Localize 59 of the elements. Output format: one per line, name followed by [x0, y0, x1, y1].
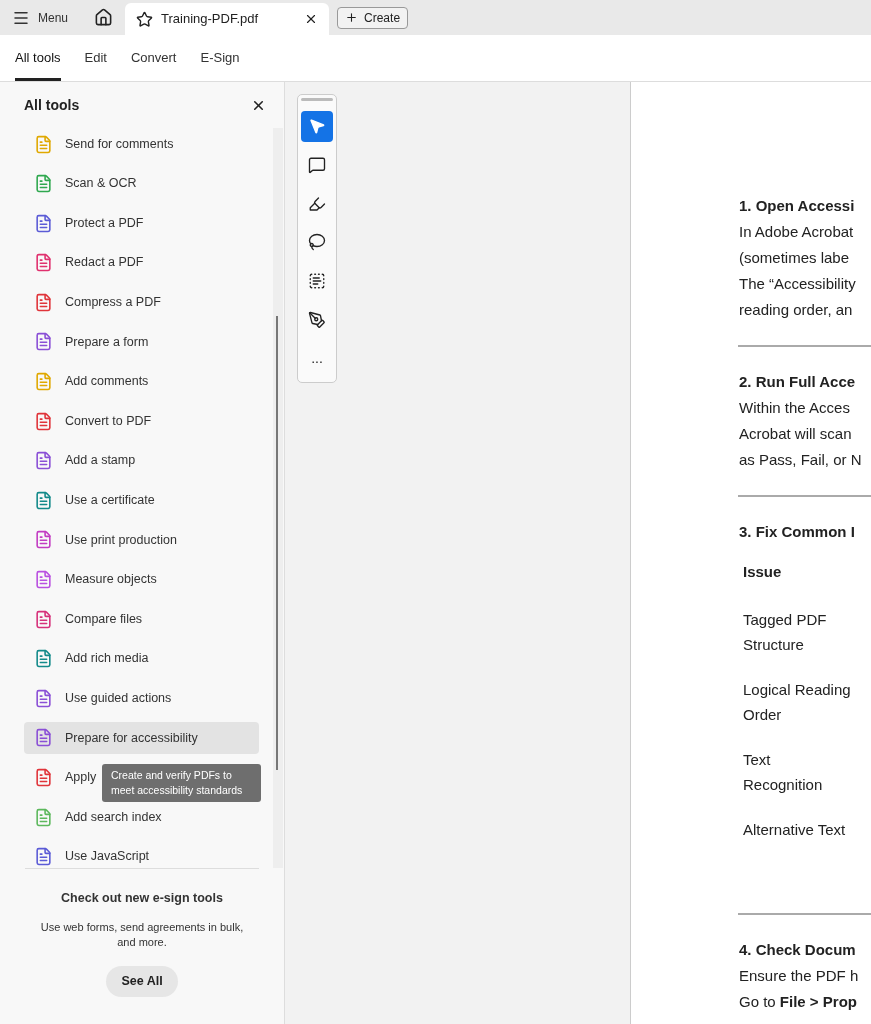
menu-button[interactable]: Menu [12, 8, 69, 27]
section-heading: 2. Run Full Acce [739, 372, 857, 392]
tool-list-item[interactable]: Scan & OCR [24, 167, 259, 200]
body-text: reading order, an [739, 300, 854, 320]
star-icon [136, 10, 154, 28]
body-text: In Adobe Acrobat [739, 222, 855, 242]
tool-list-item[interactable]: Convert to PDF [24, 405, 259, 438]
highlighter-icon [308, 194, 326, 213]
tool-list-item[interactable]: Prepare for accessibility [24, 721, 259, 754]
section-heading: 3. Fix Common I [739, 522, 856, 542]
tool-list-item[interactable]: Add comments [24, 365, 259, 398]
body-text: Go to File > Prop [739, 992, 858, 1012]
tool-list-item[interactable]: Measure objects [24, 563, 259, 596]
pointer-icon [308, 117, 326, 136]
tool-list-item[interactable]: Use a certificate [24, 484, 259, 517]
see-all-button[interactable]: See All [106, 965, 178, 997]
table-cell-text: Logical Reading Order [743, 680, 852, 725]
tool-list-item[interactable]: Add rich media [24, 642, 259, 675]
tool-list-item[interactable]: Use print production [24, 523, 259, 556]
body-text: The “Accessibility [739, 274, 857, 294]
tool-list-item[interactable]: Use JavaScript [24, 840, 259, 873]
body-text: as Pass, Fail, or N [739, 450, 863, 470]
table-cell-text: Tagged PDF Structure [743, 610, 828, 655]
text-select-icon [308, 272, 326, 291]
tool-list-item[interactable]: Add a stamp [24, 444, 259, 477]
home-icon [94, 8, 114, 27]
tool-list-item[interactable]: Add search index [24, 801, 259, 834]
lasso-icon [308, 233, 326, 252]
tool-list-item[interactable]: Prepare a form [24, 325, 259, 358]
tool-list-item[interactable]: Redact a PDF [24, 246, 259, 279]
body-text: (sometimes labe [739, 248, 851, 268]
document-tab[interactable]: Training-PDF.pdf [125, 3, 330, 35]
tool-list-item[interactable]: Compare files [24, 603, 259, 636]
tab-title: Training-PDF.pdf [161, 10, 260, 29]
promo-text: Use web forms, send agreements in bulk, and more. [40, 919, 244, 950]
tool-list-item[interactable]: Send for comments [24, 128, 259, 160]
table-header: Issue [743, 562, 783, 582]
tool-list-item[interactable]: Compress a PDF [24, 286, 259, 319]
pen-icon [308, 310, 326, 329]
create-button[interactable]: Create [337, 6, 409, 29]
body-text: Ensure the PDF h [739, 966, 860, 986]
comment-icon [308, 155, 326, 174]
section-heading: 4. Check Docum [739, 940, 857, 960]
plus-icon [345, 11, 359, 24]
promo-title: Check out new e-sign tools [61, 890, 223, 907]
tool-list-item[interactable]: Use guided actions [24, 682, 259, 715]
tool-tab[interactable]: Convert [130, 35, 177, 81]
tool-tab[interactable]: E-Sign [200, 35, 240, 81]
section-heading: 1. Open Accessi [739, 196, 856, 216]
body-text: Within the Acces [739, 398, 851, 418]
more-button[interactable]: ... [301, 343, 333, 374]
table-cell-text: Text Recognition [743, 750, 824, 795]
scrollbar-thumb[interactable] [276, 316, 278, 770]
table-cell-text: Alternative Text [743, 820, 847, 840]
tool-list-item[interactable]: Protect a PDF [24, 207, 259, 240]
tool-tab[interactable]: Edit [84, 35, 107, 81]
panel-title: All tools [24, 95, 80, 115]
body-text: Acrobat will scan [739, 424, 853, 444]
tooltip: Create and verify PDFs to meet accessibility standards [102, 763, 261, 802]
